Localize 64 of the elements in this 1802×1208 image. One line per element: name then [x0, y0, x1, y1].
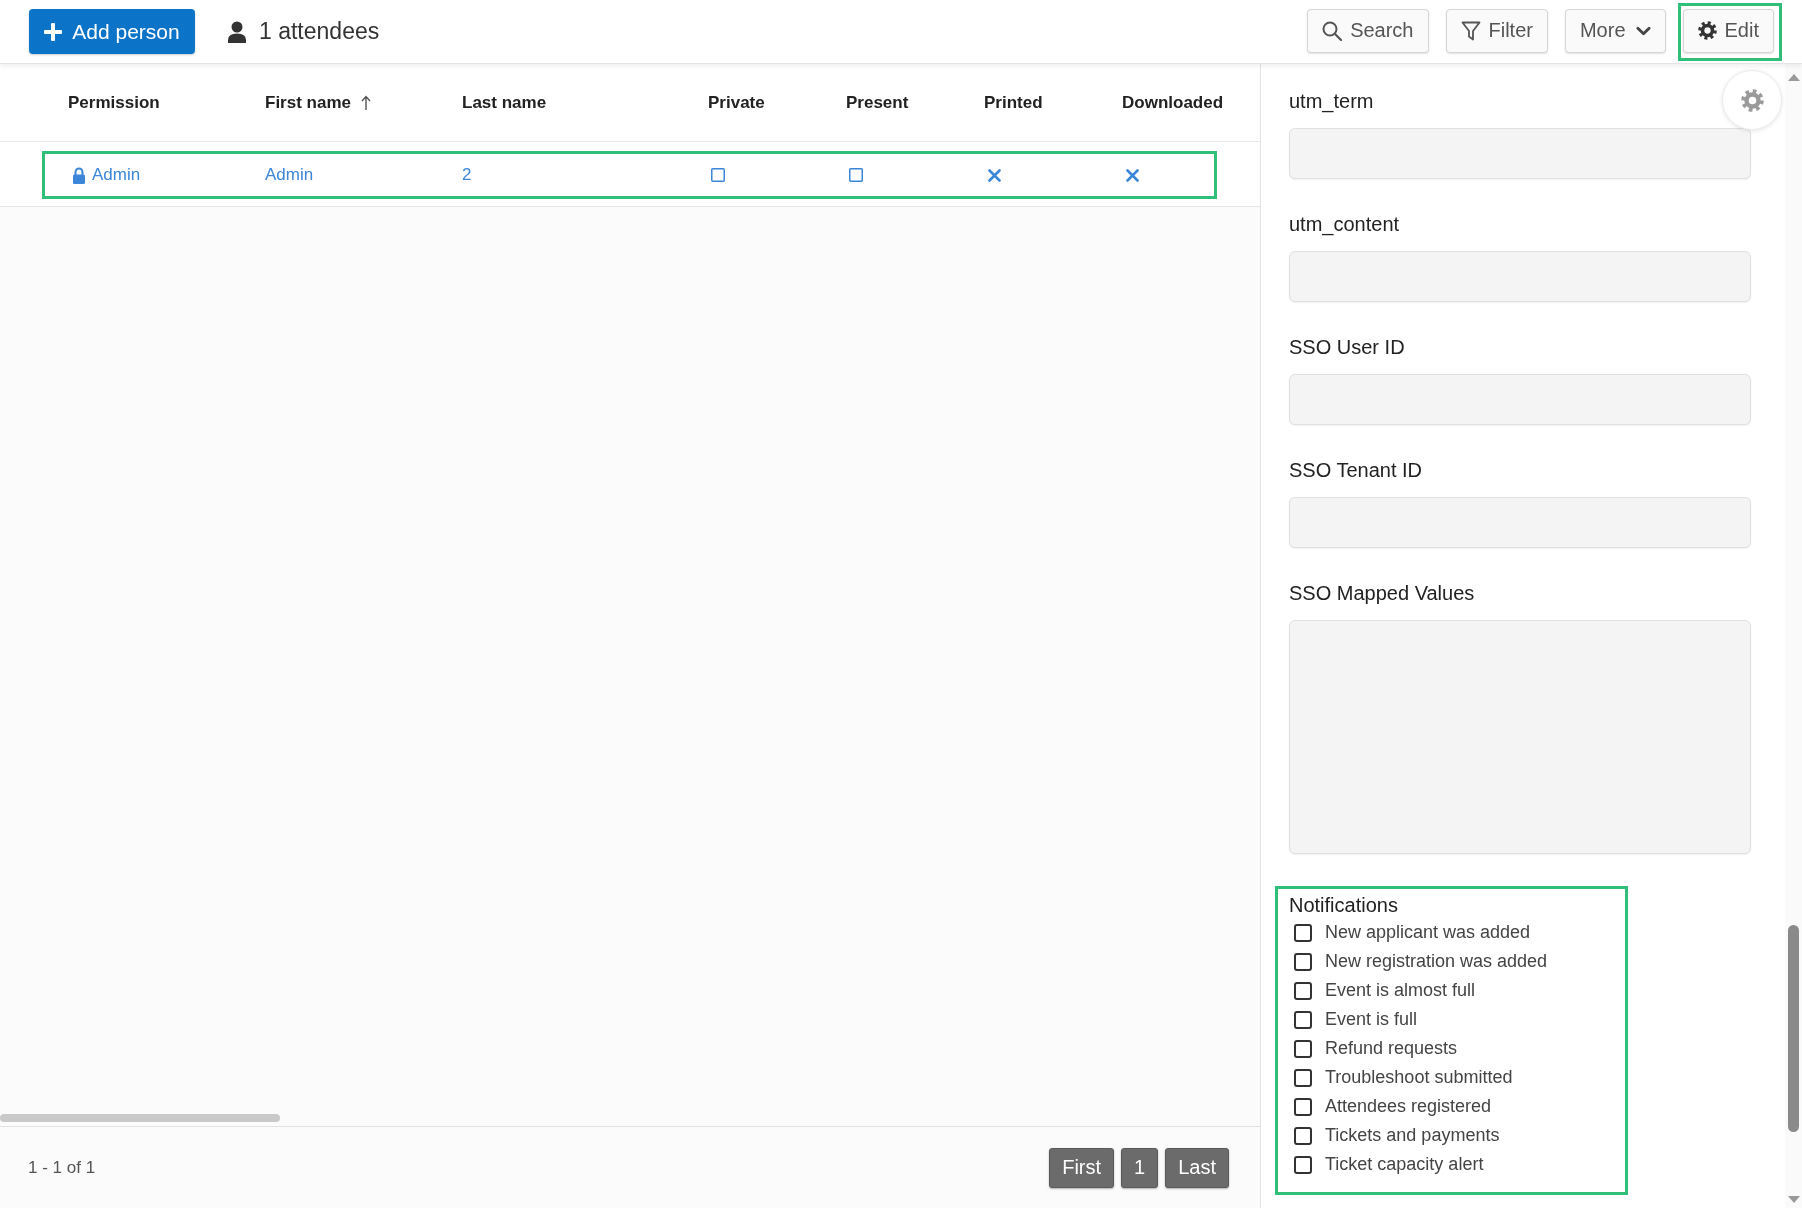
field-label: SSO User ID [1289, 335, 1405, 360]
checkbox[interactable] [1294, 1097, 1312, 1116]
column-header[interactable]: Private [708, 92, 765, 113]
add-person-button[interactable]: Add person [29, 9, 195, 54]
checkbox[interactable] [1294, 923, 1312, 942]
input-field[interactable] [1289, 374, 1751, 425]
lock-icon [72, 166, 86, 184]
gear-icon [1740, 88, 1764, 112]
column-header[interactable]: Permission [68, 92, 160, 113]
checkbox[interactable] [711, 168, 725, 182]
field-label: SSO Tenant ID [1289, 458, 1423, 483]
checkbox-label: Refund requests [1325, 1038, 1458, 1059]
checkbox[interactable] [1294, 1155, 1312, 1174]
scroll-up-icon[interactable] [1787, 74, 1800, 81]
gear-icon [1697, 21, 1717, 40]
field-label: SSO Mapped Values [1289, 581, 1475, 606]
page-button[interactable]: 1 [1121, 1147, 1159, 1188]
scrollbar-thumb[interactable] [1788, 925, 1799, 1132]
checkbox-label: Event is full [1325, 1009, 1418, 1030]
column-header[interactable]: Last name [462, 92, 547, 113]
search-button[interactable]: Search [1307, 8, 1429, 53]
horizontal-scrollbar[interactable] [0, 1114, 280, 1122]
plus-icon [44, 22, 63, 41]
page-button[interactable]: Last [1165, 1147, 1229, 1188]
checkbox[interactable] [1294, 1126, 1312, 1145]
person-icon [227, 20, 247, 43]
page-button[interactable]: First [1049, 1147, 1115, 1188]
field-label: utm_term [1289, 89, 1374, 114]
settings-button[interactable] [1722, 70, 1782, 130]
sort-up-arrow-icon[interactable] [361, 94, 371, 111]
pagination-range: 1 - 1 of 1 [28, 1157, 96, 1178]
checkbox[interactable] [849, 168, 863, 182]
last-name-link[interactable]: 2 [462, 165, 472, 185]
checkbox-label: New applicant was added [1325, 922, 1531, 943]
permission-link[interactable]: Admin [92, 165, 141, 185]
checkbox-label: Attendees registered [1325, 1096, 1492, 1117]
checkbox-label: Tickets and payments [1325, 1125, 1500, 1146]
column-header[interactable]: Present [846, 92, 909, 113]
input-field[interactable] [1289, 251, 1751, 302]
checkbox[interactable] [1294, 981, 1312, 1000]
checkbox-label: New registration was added [1325, 951, 1548, 972]
attendee-count: 1 attendees [259, 18, 380, 45]
checkbox-label: Troubleshoot submitted [1325, 1067, 1513, 1088]
checkbox-label: Ticket capacity alert [1325, 1154, 1484, 1175]
notifications-title: Notifications [1289, 893, 1398, 918]
input-field[interactable] [1289, 497, 1751, 548]
checkbox[interactable] [1294, 1068, 1312, 1087]
edit-button[interactable]: Edit [1682, 8, 1774, 53]
input-field[interactable] [1289, 128, 1751, 179]
checkbox-label: Event is almost full [1325, 980, 1476, 1001]
checkbox[interactable] [1294, 1010, 1312, 1029]
scroll-down-icon[interactable] [1787, 1196, 1800, 1203]
first-name-link[interactable]: Admin [265, 165, 314, 185]
filter-button[interactable]: Filter [1445, 8, 1548, 53]
filter-icon [1460, 20, 1481, 41]
field-label: utm_content [1289, 212, 1400, 237]
search-icon [1322, 20, 1343, 41]
column-header[interactable]: Printed [984, 92, 1043, 113]
column-header[interactable]: Downloaded [1122, 92, 1224, 113]
checkbox[interactable] [1294, 952, 1312, 971]
column-header[interactable]: First name [265, 92, 351, 113]
checkbox[interactable] [1294, 1039, 1312, 1058]
chevron-down-icon [1635, 25, 1651, 36]
more-button[interactable]: More [1564, 8, 1666, 53]
